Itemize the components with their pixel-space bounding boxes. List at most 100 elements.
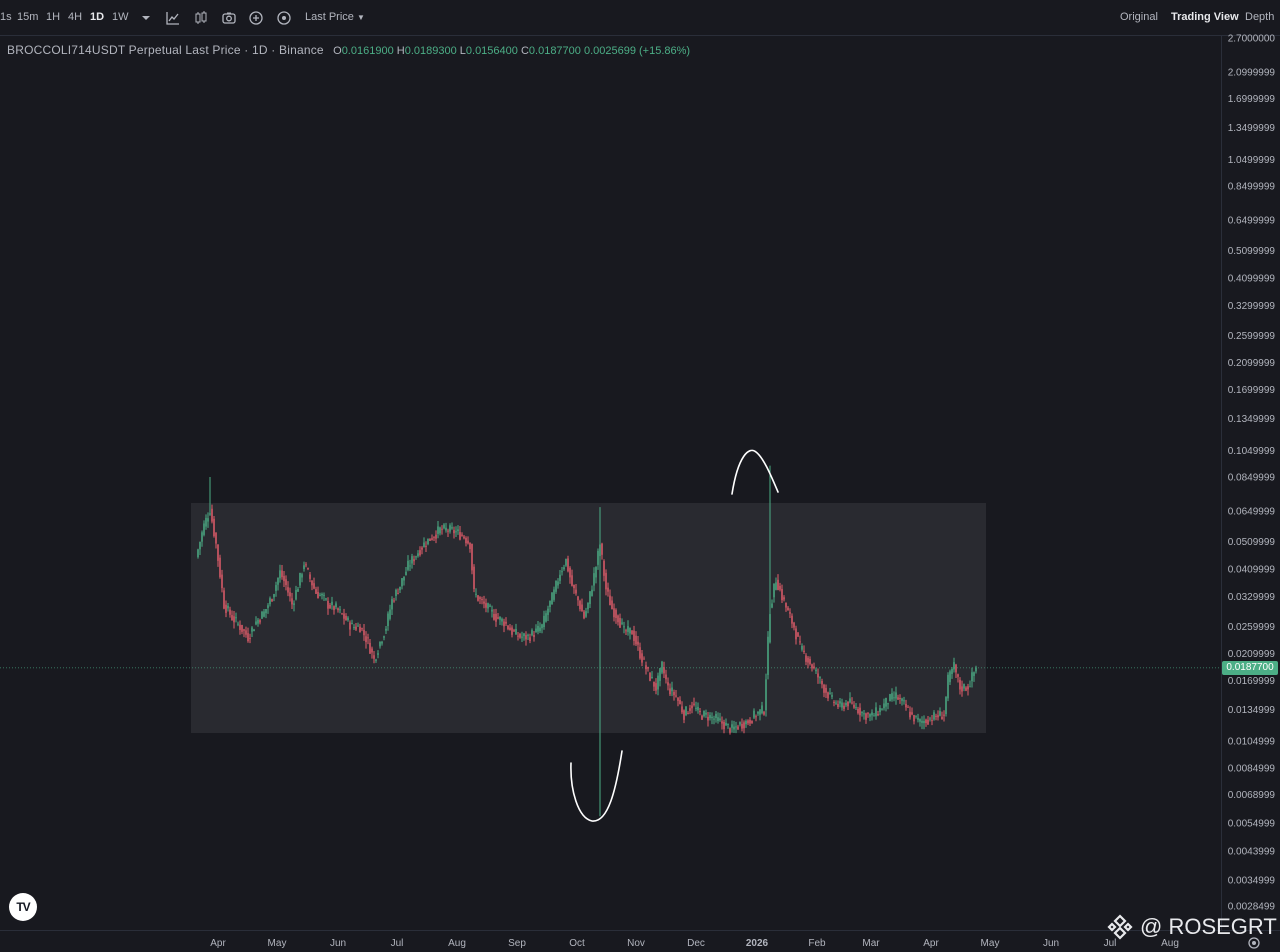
candle-body	[751, 720, 753, 724]
candle-body	[675, 695, 677, 697]
candle-body	[563, 567, 565, 570]
candle-body	[263, 611, 265, 617]
candle-body	[869, 714, 871, 717]
candle-body	[213, 518, 215, 537]
candle-body	[339, 609, 341, 611]
time-axis-tick: Apr	[923, 938, 939, 949]
candle-body	[505, 621, 507, 624]
candle-body	[237, 623, 239, 625]
price-axis-tick: 0.0649999	[1228, 506, 1276, 517]
candle-body	[633, 630, 635, 641]
candle-body	[205, 517, 207, 527]
candle-body	[583, 611, 585, 619]
candle-body	[737, 726, 739, 730]
time-axis-tick: May	[981, 938, 1000, 949]
candle-body	[515, 628, 517, 635]
candle-body	[713, 718, 715, 720]
candle-body	[715, 713, 717, 719]
candle-body	[799, 641, 801, 643]
price-axis-border	[1221, 36, 1222, 930]
settings-gear-icon[interactable]	[1247, 936, 1261, 950]
range-box-annotation[interactable]	[191, 503, 986, 733]
candle-body	[697, 706, 699, 711]
candle-body	[803, 650, 805, 653]
candle-body	[245, 630, 247, 635]
tradingview-logo[interactable]: TV	[9, 893, 37, 921]
candle-body	[587, 602, 589, 610]
price-axis-tick: 0.0054999	[1228, 818, 1276, 829]
candle-body	[397, 593, 399, 595]
candle-body	[589, 591, 591, 605]
candle-body	[683, 710, 685, 720]
candle-body	[391, 599, 393, 610]
candle-body	[665, 674, 667, 680]
candle-body	[609, 595, 611, 606]
price-axis-tick: 0.8499999	[1228, 182, 1276, 193]
time-axis-tick: May	[268, 938, 287, 949]
candle-body	[669, 688, 671, 695]
candle-body	[591, 589, 593, 596]
candle-body	[351, 623, 353, 625]
candle-body	[219, 557, 221, 578]
candle-body	[239, 624, 241, 630]
candle-body	[927, 719, 929, 725]
candle-body	[255, 621, 257, 625]
candle-body	[971, 672, 973, 682]
price-chart[interactable]: 2.7000000 2.0999999 1.6999999 1.3499999 1.04…	[0, 0, 1280, 952]
candle-body	[859, 707, 861, 716]
candle-body	[221, 574, 223, 589]
candle-body	[489, 605, 491, 607]
candle-body	[773, 583, 775, 598]
candle-body	[923, 720, 925, 724]
candle-body	[829, 692, 831, 694]
time-axis-tick: Dec	[687, 938, 705, 949]
candle-body	[215, 532, 217, 544]
candle-body	[535, 628, 537, 633]
candle-body	[885, 697, 887, 707]
candle-body	[819, 677, 821, 679]
price-axis-tick: 0.4099999	[1228, 274, 1276, 285]
candle-body	[875, 707, 877, 717]
candle-body	[293, 603, 295, 605]
candle-body	[491, 609, 493, 612]
candle-body	[423, 542, 425, 548]
candle-body	[431, 538, 433, 540]
candle-body	[411, 556, 413, 564]
price-axis-tick: 2.7000000	[1228, 34, 1276, 45]
candle-body	[707, 716, 709, 721]
candle-body	[805, 655, 807, 662]
candle-body	[821, 680, 823, 685]
candle-body	[809, 658, 811, 665]
time-axis-tick: Mar	[862, 938, 880, 949]
candle-body	[791, 615, 793, 624]
candle-body	[521, 636, 523, 638]
candle-body	[747, 720, 749, 724]
candle-body	[899, 698, 901, 700]
candle-body	[709, 715, 711, 719]
candle-body	[229, 609, 231, 615]
candle-body	[967, 686, 969, 690]
candle-body	[445, 527, 447, 531]
candle-body	[429, 538, 431, 541]
candle-body	[531, 630, 533, 636]
hand-drawn-dip-arc	[570, 750, 623, 822]
candle-body	[267, 605, 269, 608]
candle-body	[733, 726, 735, 730]
price-axis-tick: 0.0169999	[1228, 676, 1276, 687]
candle-body	[605, 572, 607, 590]
candle-body	[307, 568, 309, 570]
candle-body	[887, 703, 889, 705]
candle-body	[973, 672, 975, 676]
candle-body	[467, 540, 469, 544]
candle-body	[853, 704, 855, 708]
candle-body	[557, 581, 559, 586]
candle-body	[567, 558, 569, 572]
candle-body	[403, 576, 405, 581]
candle-body	[865, 713, 867, 720]
candle-body	[595, 566, 597, 578]
candle-body	[443, 524, 445, 529]
candle-body	[477, 595, 479, 601]
candle-body	[939, 711, 941, 716]
candle-body	[203, 523, 205, 535]
candle-body	[551, 592, 553, 605]
